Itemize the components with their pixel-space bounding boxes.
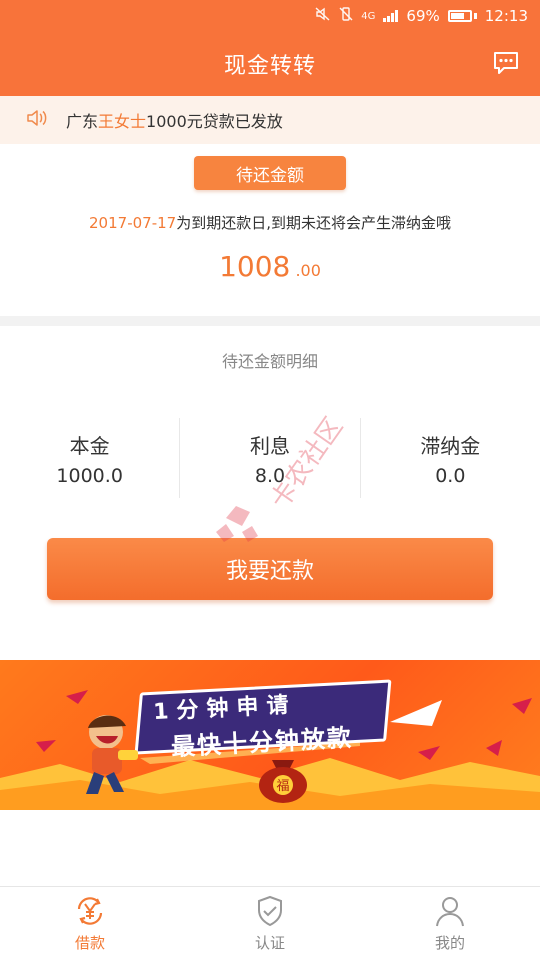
due-date-line: 2017-07-17为到期还款日,到期未还将会产生滞纳金哦 bbox=[0, 212, 540, 233]
detail-label: 本金 bbox=[69, 433, 110, 458]
tab-loan[interactable]: 借款 bbox=[0, 887, 180, 960]
nav-bar: 现金转转 bbox=[0, 32, 540, 96]
status-bar: 4G 69% 12:13 bbox=[0, 0, 540, 32]
total-amount-dec: .00 bbox=[295, 261, 321, 280]
notice-prefix: 广东 bbox=[66, 112, 99, 131]
banner-slogan: 1分钟申请 最快十分钟放款 bbox=[148, 682, 391, 763]
notice-suffix: 1000元贷款已发放 bbox=[146, 112, 283, 131]
notice-highlight: 王女士 bbox=[98, 112, 147, 131]
tab-verify[interactable]: 认证 bbox=[180, 887, 360, 960]
tab-label: 我的 bbox=[434, 934, 465, 952]
amount-details-section: 待还金额明细 本金 1000.0 利息 8.0 滞纳金 0.0 我要还款 bbox=[0, 326, 540, 656]
details-title: 待还金额明细 bbox=[221, 352, 318, 371]
tab-label: 借款 bbox=[74, 934, 105, 952]
battery-percent: 69% bbox=[406, 7, 440, 25]
detail-interest: 利息 8.0 bbox=[179, 418, 359, 498]
detail-label: 利息 bbox=[249, 433, 290, 458]
speaker-icon bbox=[26, 109, 48, 131]
total-amount: 1008 .00 bbox=[0, 250, 540, 283]
bag-char: 福 bbox=[276, 779, 289, 794]
tab-label: 认证 bbox=[254, 934, 285, 952]
detail-late-fee: 滞纳金 0.0 bbox=[359, 418, 540, 498]
notice-text: 广东王女士1000元贷款已发放 bbox=[66, 108, 283, 132]
promo-banner[interactable]: 1分钟申请 最快十分钟放款 福 bbox=[0, 660, 540, 810]
loan-yen-icon bbox=[77, 897, 103, 925]
page-title: 现金转转 bbox=[223, 53, 316, 78]
no-vibrate-icon bbox=[339, 7, 353, 25]
mute-icon bbox=[315, 7, 331, 25]
lucky-bag-icon: 福 bbox=[252, 752, 314, 804]
due-date: 2017-07-17 bbox=[89, 214, 177, 232]
notice-bar: 广东王女士1000元贷款已发放 bbox=[0, 96, 540, 144]
signal-icon bbox=[383, 10, 399, 22]
detail-label: 滞纳金 bbox=[420, 433, 481, 458]
amount-due-tag: 待还金额 bbox=[194, 156, 346, 190]
repay-button[interactable]: 我要还款 bbox=[47, 538, 493, 600]
battery-icon bbox=[447, 10, 477, 22]
network-label: 4G bbox=[361, 10, 376, 22]
detail-value: 0.0 bbox=[435, 464, 466, 487]
shield-check-icon bbox=[258, 895, 282, 927]
top-bar: 4G 69% 12:13 现金转转 bbox=[0, 0, 540, 96]
message-icon[interactable] bbox=[492, 50, 520, 76]
amount-due-card: 待还金额 2017-07-17为到期还款日,到期未还将会产生滞纳金哦 1008 … bbox=[0, 144, 540, 316]
details-columns: 本金 1000.0 利息 8.0 滞纳金 0.0 bbox=[0, 418, 540, 498]
bottom-tab-bar: 借款 认证 我的 bbox=[0, 886, 540, 960]
detail-value: 8.0 bbox=[254, 464, 286, 487]
due-text: 为到期还款日,到期未还将会产生滞纳金哦 bbox=[176, 214, 451, 232]
detail-value: 1000.0 bbox=[56, 464, 123, 487]
tab-mine[interactable]: 我的 bbox=[360, 887, 540, 960]
section-divider bbox=[0, 316, 540, 326]
total-amount-int: 1008 bbox=[219, 250, 291, 283]
clock: 12:13 bbox=[484, 7, 528, 25]
detail-principal: 本金 1000.0 bbox=[0, 418, 179, 498]
cartoon-character-icon bbox=[86, 715, 138, 794]
person-icon bbox=[436, 897, 464, 927]
